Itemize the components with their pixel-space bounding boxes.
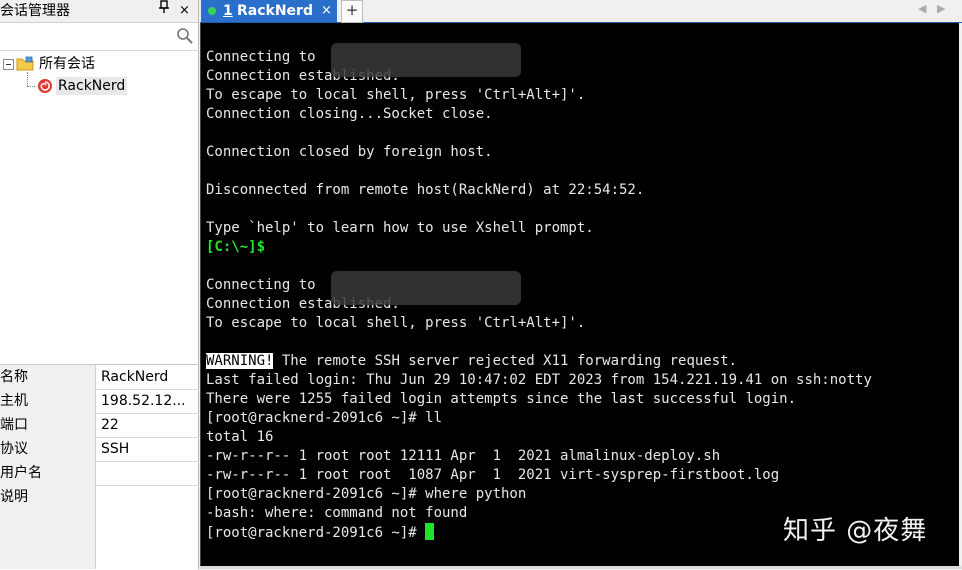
- session-manager-header: 会话管理器 ×: [0, 0, 198, 23]
- tree-connector: [27, 86, 35, 87]
- warning-text: The remote SSH server rejected X11 forwa…: [273, 353, 738, 369]
- property-value: SSH: [101, 441, 130, 457]
- pin-icon[interactable]: [158, 0, 170, 22]
- terminal-line: -rw-r--r-- 1 root root 12111 Apr 1 2021 …: [206, 448, 721, 464]
- tree-item-racknerd[interactable]: RackNerd: [56, 77, 128, 95]
- session-swirl-icon: [38, 79, 52, 93]
- tree-item-all-sessions[interactable]: 所有会话: [39, 55, 95, 73]
- property-row: 端口 22: [0, 413, 198, 438]
- session-search-box[interactable]: [0, 23, 198, 51]
- terminal-line: -rw-r--r-- 1 root root 1087 Apr 1 2021 v…: [206, 467, 780, 483]
- watermark-text: 知乎 @夜舞: [783, 516, 928, 546]
- terminal-line: Type `help' to learn how to use Xshell p…: [206, 220, 594, 236]
- session-manager-title: 会话管理器: [0, 3, 70, 19]
- property-value: 198.52.12...: [101, 393, 186, 409]
- warning-label: WARNING!: [206, 353, 274, 369]
- local-shell-prompt: [C:\~]$: [206, 239, 266, 255]
- tab-racknerd[interactable]: 1 RackNerd ×: [201, 0, 337, 22]
- session-manager-panel: 会话管理器 × 所有会话 RackNerd 名称 RackNerd 主机 198…: [0, 0, 199, 570]
- property-row: 说明: [0, 485, 198, 569]
- tab-label: RackNerd: [237, 3, 313, 19]
- terminal-line: To escape to local shell, press 'Ctrl+Al…: [206, 315, 586, 331]
- property-key: 说明: [0, 485, 96, 569]
- property-value: 22: [101, 417, 119, 433]
- terminal-line: Last failed login: Thu Jun 29 10:47:02 E…: [206, 372, 872, 388]
- session-properties-table: 名称 RackNerd 主机 198.52.12... 端口 22 协议 SSH…: [0, 364, 198, 570]
- terminal-cursor: [425, 523, 435, 540]
- tab-scroll-right-icon[interactable]: ▶: [937, 2, 945, 15]
- property-row: 主机 198.52.12...: [0, 389, 198, 414]
- terminal-line: -bash: where: command not found: [206, 505, 468, 521]
- folder-icon: [16, 56, 34, 71]
- property-key: 主机: [0, 389, 96, 413]
- terminal-line: [root@racknerd-2091c6 ~]# ll: [206, 410, 443, 426]
- terminal-line: There were 1255 failed login attempts si…: [206, 391, 797, 407]
- tree-connector: [27, 72, 28, 86]
- redaction-blur: [331, 271, 521, 305]
- property-key: 用户名: [0, 461, 96, 485]
- connection-status-dot: [208, 7, 216, 15]
- property-key: 名称: [0, 365, 96, 389]
- session-tab-bar: 1 RackNerd × + ◀ ▶: [200, 0, 962, 23]
- terminal-line: [root@racknerd-2091c6 ~]# where python: [206, 486, 527, 502]
- terminal-line: Connecting to: [206, 277, 316, 293]
- tree-collapse-toggle[interactable]: [3, 59, 14, 70]
- terminal-line: To escape to local shell, press 'Ctrl+Al…: [206, 87, 586, 103]
- property-row: 用户名: [0, 461, 198, 486]
- property-value: RackNerd: [101, 369, 169, 385]
- tab-scroll-left-icon[interactable]: ◀: [918, 2, 926, 15]
- new-tab-button[interactable]: +: [341, 0, 363, 23]
- terminal-line: Connection closing...Socket close.: [206, 106, 493, 122]
- redaction-blur: [331, 43, 521, 77]
- search-icon[interactable]: [176, 27, 194, 45]
- property-key: 端口: [0, 413, 96, 437]
- property-key: 协议: [0, 437, 96, 461]
- terminal-line: Disconnected from remote host(RackNerd) …: [206, 182, 645, 198]
- terminal-line: WARNING! The remote SSH server rejected …: [206, 352, 737, 371]
- tab-close-icon[interactable]: ×: [321, 0, 332, 22]
- current-prompt: [root@racknerd-2091c6 ~]#: [206, 525, 426, 541]
- terminal-line: Connecting to: [206, 49, 316, 65]
- tab-number: 1: [223, 3, 233, 19]
- property-row: 名称 RackNerd: [0, 365, 198, 390]
- terminal-area[interactable]: Connecting to Connection established. To…: [200, 23, 959, 566]
- property-row: 协议 SSH: [0, 437, 198, 462]
- terminal-line: Connection closed by foreign host.: [206, 144, 493, 160]
- terminal-line: total 16: [206, 429, 274, 445]
- close-panel-icon[interactable]: ×: [179, 0, 190, 22]
- terminal-prompt-line: [root@racknerd-2091c6 ~]#: [206, 523, 435, 542]
